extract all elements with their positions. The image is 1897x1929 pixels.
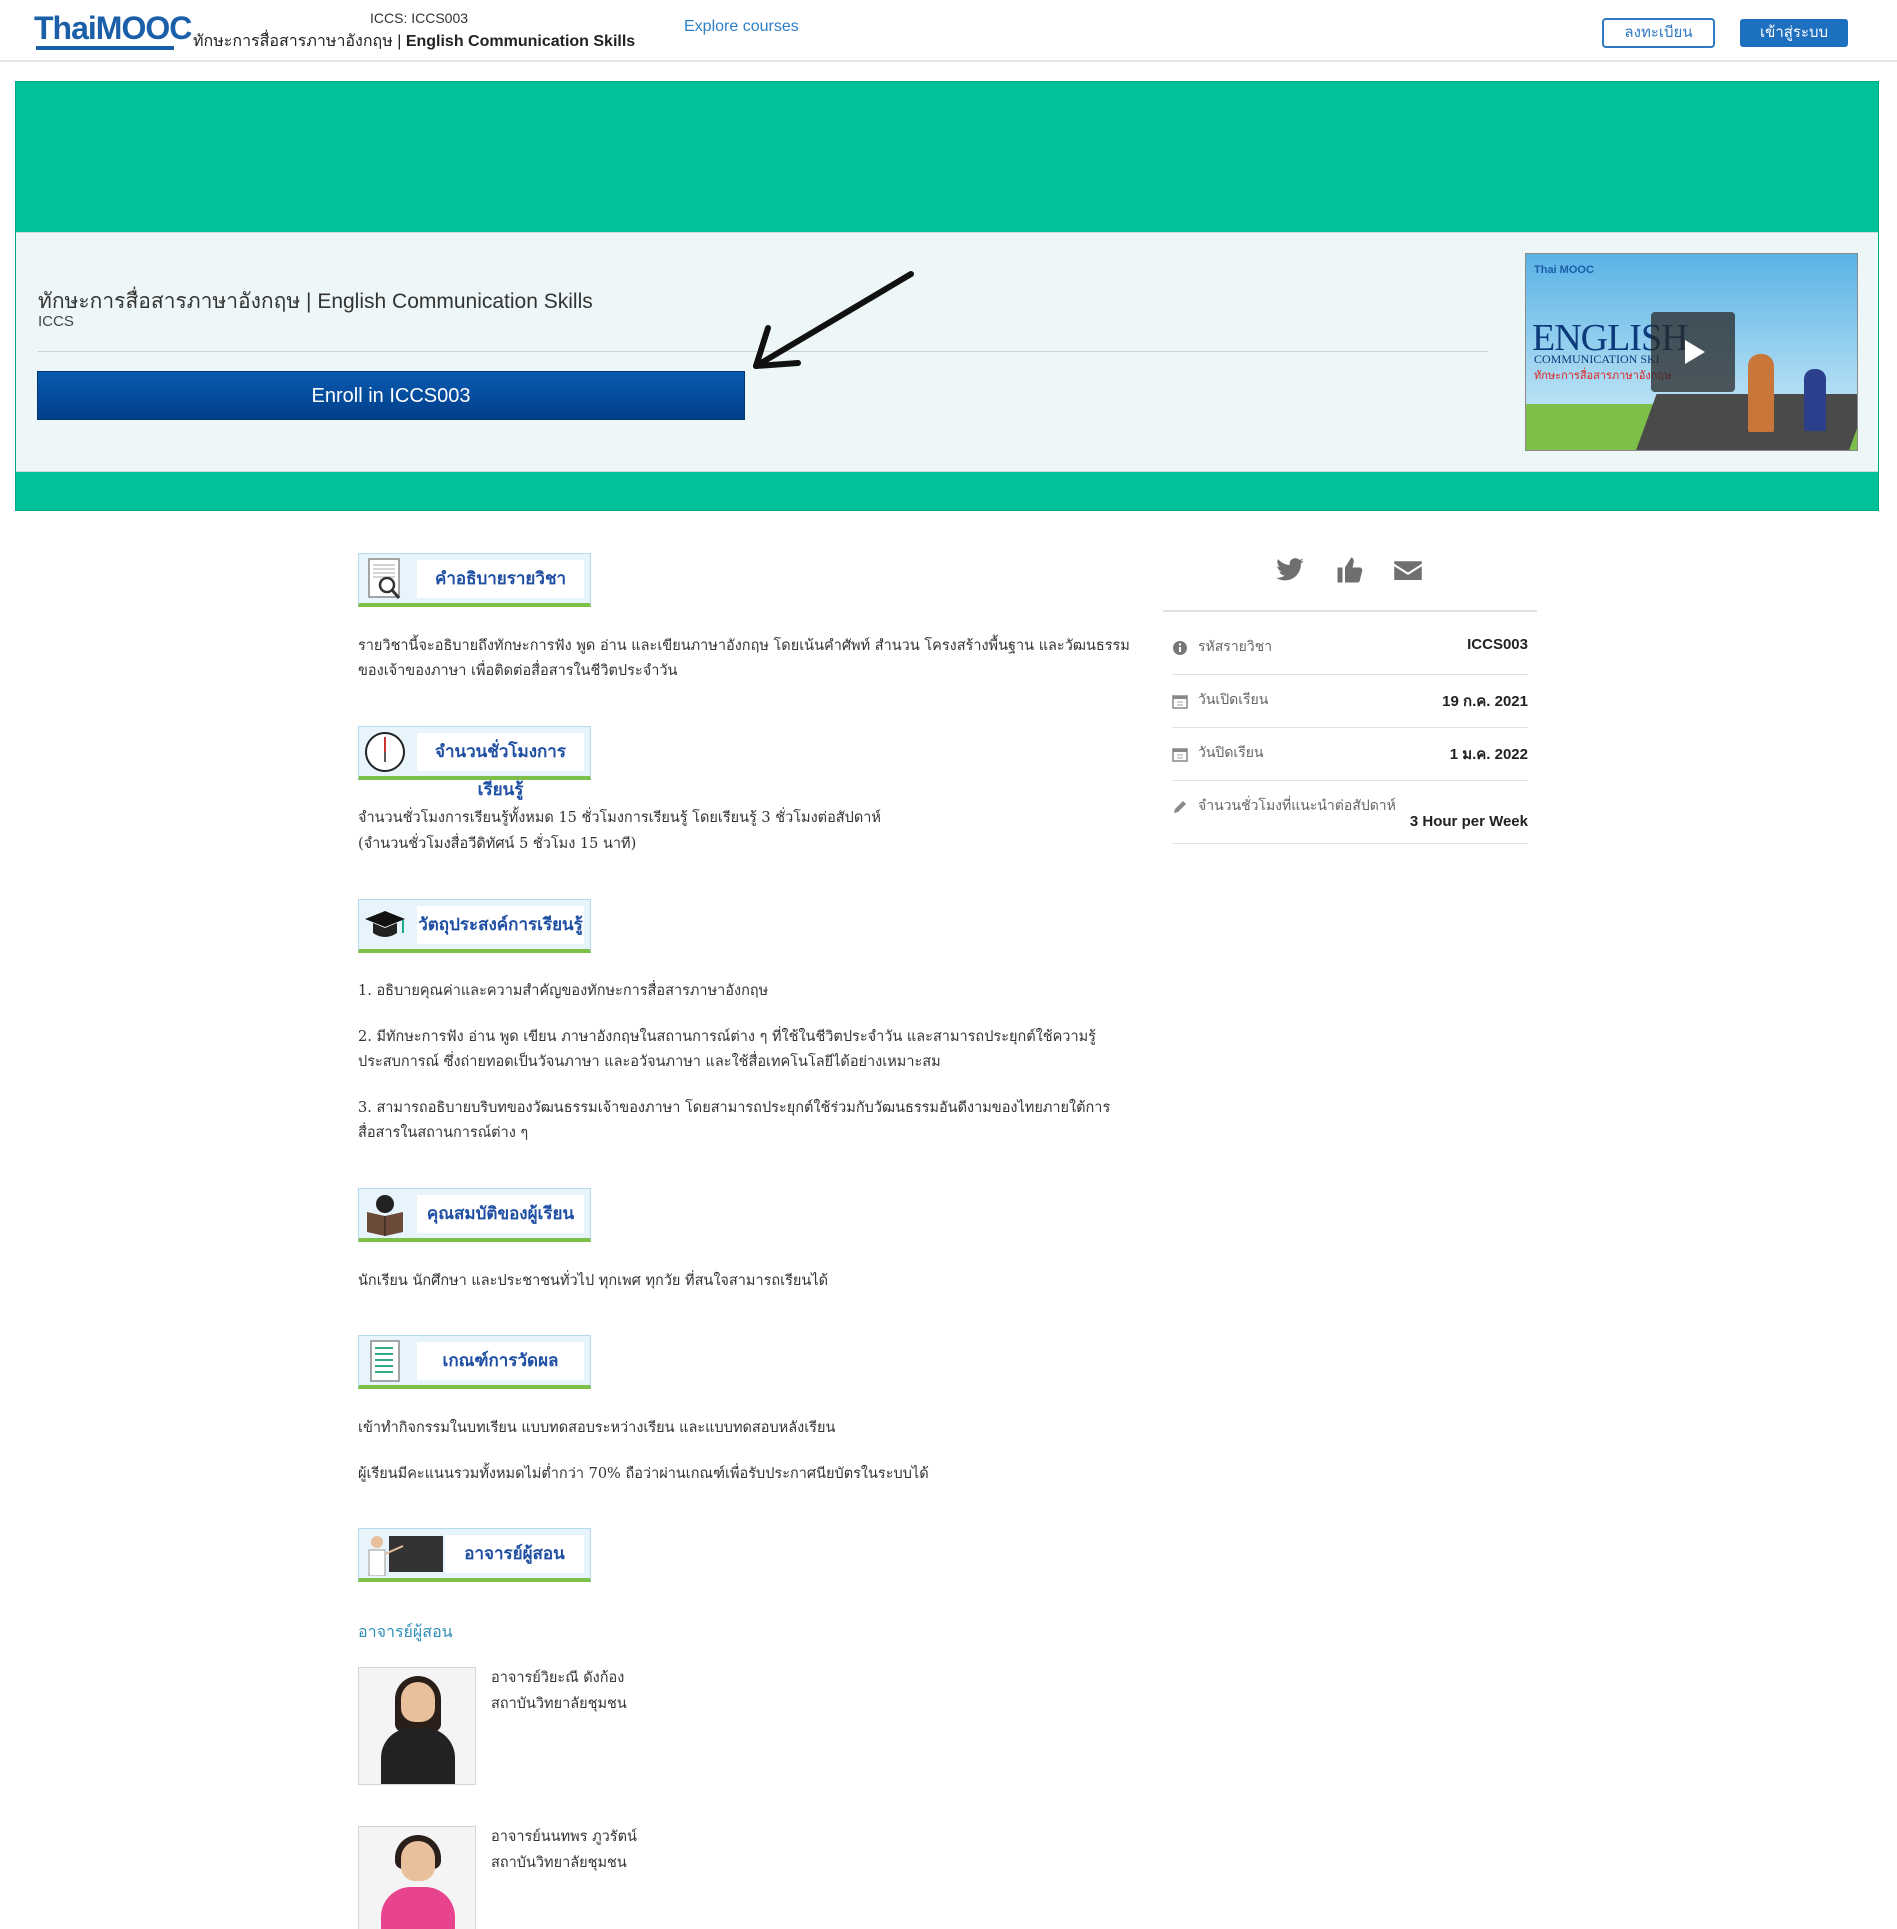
hours-text-line2: (จำนวนชั่วโมงสื่อวีดิทัศน์ 5 ชั่วโมง 15 …: [358, 836, 637, 852]
clock-icon: [365, 732, 405, 772]
info-label: วันปิดเรียน: [1198, 745, 1264, 761]
section-heading-instructors: อาจารย์ผู้สอน: [445, 1535, 584, 1573]
objective-item-3: 3. สามารถอธิบายบริบทของวัฒนธรรมเจ้าของภา…: [358, 1100, 1111, 1141]
section-banner-hours: จำนวนชั่วโมงการเรียนรู้: [358, 726, 591, 800]
enroll-button[interactable]: Enroll in ICCS003: [37, 371, 745, 420]
header-course-title-thai: ทักษะการสื่อสารภาษาอังกฤษ |: [193, 33, 406, 50]
info-row-start-date: วันเปิดเรียน 19 ก.ค. 2021: [1172, 675, 1528, 728]
hours-text-line1: จำนวนชั่วโมงการเรียนรู้ทั้งหมด 15 ชั่วโม…: [358, 810, 881, 826]
section-heading-assessment: เกณฑ์การวัดผล: [417, 1342, 584, 1380]
photo-body: [381, 1887, 455, 1929]
instructor-photo: [358, 1826, 476, 1929]
thaimooc-logo[interactable]: ThaiMOOC: [34, 10, 192, 54]
header-course-code: ICCS: ICCS003: [370, 10, 469, 26]
instructor-org: สถาบันวิทยาลัยชุมชน: [491, 1696, 627, 1712]
info-row-effort: จำนวนชั่วโมงที่แนะนำต่อสัปดาห์ 3 Hour pe…: [1172, 781, 1528, 844]
photo-body: [381, 1728, 455, 1784]
teacher-blackboard-icon: [368, 1536, 443, 1576]
email-icon[interactable]: [1393, 555, 1423, 585]
magnifier-document-icon: [368, 558, 401, 599]
info-label: จำนวนชั่วโมงที่แนะนำต่อสัปดาห์: [1198, 798, 1396, 814]
logo-underline: [36, 46, 174, 50]
login-button[interactable]: เข้าสู่ระบบ: [1740, 19, 1848, 47]
info-row-course-code: รหัสรายวิชา ICCS003: [1172, 622, 1528, 675]
logo-text: ThaiMOOC: [34, 10, 192, 46]
course-title: ทักษะการสื่อสารภาษาอังกฤษ | English Comm…: [38, 290, 593, 313]
assessment-text-line1: เข้าทำกิจกรรมในบทเรียน แบบทดสอบระหว่างเร…: [358, 1420, 836, 1436]
header-course-title-en: English Communication Skills: [405, 33, 636, 50]
info-label: รหัสรายวิชา: [1198, 639, 1273, 655]
instructor-name: อาจารย์นนทพร ภูวรัตน์: [491, 1829, 637, 1845]
graduation-cap-icon: [365, 911, 405, 937]
top-header: ThaiMOOC ICCS: ICCS003 ทักษะการสื่อสารภา…: [0, 0, 1897, 62]
annotation-arrow-icon: [753, 271, 914, 369]
hero-panel: ทักษะการสื่อสารภาษาอังกฤษ | English Comm…: [16, 232, 1878, 472]
thumbs-up-icon[interactable]: [1335, 555, 1365, 585]
explore-courses-link[interactable]: Explore courses: [684, 18, 799, 36]
section-banner-assessment: เกณฑ์การวัดผล: [358, 1335, 591, 1389]
instructor-name: อาจารย์วิยะณี ดังก้อง: [491, 1670, 625, 1686]
thumb-character-student: [1804, 369, 1826, 431]
course-org: ICCS: [38, 313, 74, 330]
section-banner-qualifications: คุณสมบัติของผู้เรียน: [358, 1188, 591, 1242]
thumb-communication-text: COMMUNICATION SKI: [1534, 352, 1660, 366]
section-heading-hours: จำนวนชั่วโมงการเรียนรู้: [417, 733, 584, 800]
course-video-thumbnail[interactable]: Thai MOOC ENGLISH COMMUNICATION SKI ทักษ…: [1525, 253, 1858, 451]
thumb-logo: Thai MOOC: [1534, 264, 1594, 276]
info-value: 1 ม.ค. 2022: [1449, 746, 1528, 763]
instructor-photo: [358, 1667, 476, 1785]
section-heading-description: คำอธิบายรายวิชา: [417, 560, 584, 598]
instructor-org: สถาบันวิทยาลัยชุมชน: [491, 1855, 627, 1871]
photo-face: [401, 1682, 435, 1722]
pencil-icon: [1174, 801, 1186, 813]
section-heading-objectives: วัตถุประสงค์การเรียนรู้: [417, 906, 584, 944]
info-row-end-date: วันปิดเรียน 1 ม.ค. 2022: [1172, 728, 1528, 781]
section-banner-instructors: อาจารย์ผู้สอน: [358, 1528, 591, 1582]
calendar-icon: [1172, 748, 1188, 762]
reader-book-icon: [367, 1195, 403, 1236]
objective-item-2: 2. มีทักษะการฟัง อ่าน พูด เขียน ภาษาอังก…: [358, 1029, 1096, 1070]
description-text: รายวิชานี้จะอธิบายถึงทักษะการฟัง พูด อ่า…: [358, 638, 1130, 679]
assessment-text-line2: ผู้เรียนมีคะแนนรวมทั้งหมดไม่ต่ำกว่า 70% …: [358, 1466, 929, 1482]
calendar-icon: [1172, 695, 1188, 709]
section-heading-qualifications: คุณสมบัติของผู้เรียน: [417, 1195, 584, 1233]
play-icon[interactable]: [1651, 312, 1735, 392]
course-hero: ทักษะการสื่อสารภาษาอังกฤษ | English Comm…: [15, 81, 1879, 511]
objective-item-1: 1. อธิบายคุณค่าและความสำคัญของทักษะการสื…: [358, 983, 769, 999]
qualifications-text: นักเรียน นักศึกษา และประชาชนทั่วไป ทุกเพ…: [358, 1273, 829, 1289]
photo-face: [401, 1841, 435, 1881]
info-value: ICCS003: [1467, 636, 1528, 653]
share-bar: [1275, 555, 1445, 587]
checklist-icon: [370, 1340, 400, 1382]
register-button[interactable]: ลงทะเบียน: [1602, 18, 1715, 48]
info-label: วันเปิดเรียน: [1198, 692, 1269, 708]
header-course-title: ทักษะการสื่อสารภาษาอังกฤษ | English Comm…: [193, 29, 635, 54]
section-banner-description: คำอธิบายรายวิชา: [358, 553, 591, 607]
info-icon: [1173, 641, 1187, 655]
info-value: 3 Hour per Week: [1409, 813, 1528, 830]
section-banner-objectives: วัตถุประสงค์การเรียนรู้: [358, 899, 591, 953]
instructors-subheading: อาจารย์ผู้สอน: [358, 1622, 453, 1641]
thumb-character-tourist: [1748, 354, 1774, 432]
sidebar-divider: [1163, 610, 1537, 612]
info-value: 19 ก.ค. 2021: [1442, 693, 1528, 710]
twitter-icon[interactable]: [1275, 555, 1305, 585]
